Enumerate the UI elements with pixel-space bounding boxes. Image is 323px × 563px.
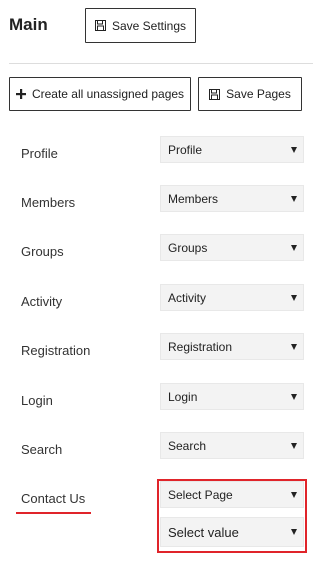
caret-down-icon <box>291 442 297 449</box>
page-select-login[interactable]: Login <box>160 383 304 410</box>
save-settings-button[interactable]: Save Settings <box>85 8 196 43</box>
page-select-activity[interactable]: Activity <box>160 284 304 311</box>
annotation-underline <box>16 512 91 514</box>
save-settings-label: Save Settings <box>111 18 187 33</box>
floppy-disk-icon <box>94 20 106 31</box>
save-pages-button[interactable]: Save Pages <box>198 77 302 111</box>
page-title: Main <box>9 15 48 34</box>
row-label-login: Login <box>21 393 53 408</box>
page-select-value: Profile <box>168 142 203 157</box>
create-unassigned-pages-button[interactable]: Create all unassigned pages <box>9 77 191 111</box>
page-select-members[interactable]: Members <box>160 185 304 212</box>
row-label-registration: Registration <box>21 343 91 358</box>
page-select-value: Search <box>168 438 207 453</box>
save-pages-label: Save Pages <box>226 87 291 101</box>
page-select-value: Login <box>168 389 198 404</box>
row-label-search: Search <box>21 442 63 457</box>
page-select-value: Registration <box>168 339 233 354</box>
page-select-registration[interactable]: Registration <box>160 333 304 360</box>
caret-down-icon <box>291 146 297 153</box>
caret-down-icon <box>291 343 297 350</box>
divider <box>9 63 313 64</box>
row-label-groups: Groups <box>21 244 64 259</box>
page-select-groups[interactable]: Groups <box>160 234 304 261</box>
page-select-search[interactable]: Search <box>160 432 304 459</box>
page-select-value: Members <box>168 191 219 206</box>
row-label-profile: Profile <box>21 146 58 161</box>
caret-down-icon <box>291 244 297 251</box>
row-label-activity: Activity <box>21 294 63 309</box>
page-select-value: Groups <box>168 240 208 255</box>
annotation-highlight-box <box>157 479 307 553</box>
caret-down-icon <box>291 393 297 400</box>
row-label-members: Members <box>21 195 76 210</box>
plus-icon <box>15 89 26 99</box>
row-label-contact-us: Contact Us <box>21 491 86 506</box>
caret-down-icon <box>291 294 297 301</box>
caret-down-icon <box>291 195 297 202</box>
floppy-disk-icon <box>209 88 221 100</box>
create-unassigned-pages-label: Create all unassigned pages <box>31 87 185 101</box>
page-select-value: Activity <box>168 290 207 305</box>
page-select-profile[interactable]: Profile <box>160 136 304 163</box>
